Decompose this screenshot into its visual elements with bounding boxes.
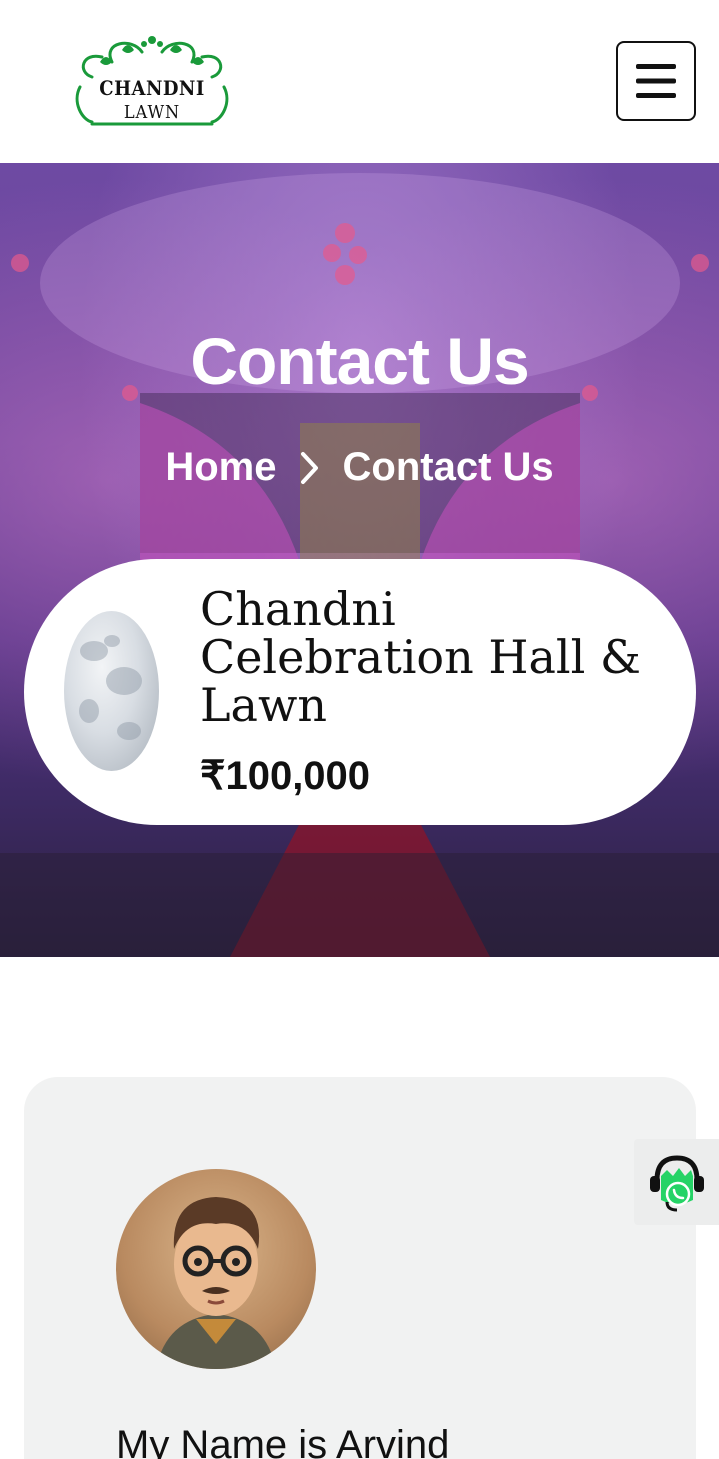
venue-card[interactable]: Chandni Celebration Hall & Lawn ₹100,000	[24, 559, 696, 825]
whatsapp-support-button[interactable]	[634, 1139, 719, 1225]
chevron-right-icon	[299, 450, 321, 486]
whatsapp-support-icon	[649, 1155, 704, 1212]
venue-price: ₹100,000	[200, 754, 371, 798]
hamburger-icon	[636, 64, 676, 98]
logo-text-chandni: CHANDNI	[99, 76, 205, 100]
venue-name: Chandni Celebration Hall & Lawn	[200, 582, 641, 732]
profile-name: My Name is Arvind	[116, 1423, 450, 1459]
avatar	[116, 1169, 316, 1369]
avatar-illustration-icon	[156, 1197, 276, 1369]
breadcrumb-current: Contact Us	[342, 445, 554, 489]
menu-toggle-button[interactable]	[616, 41, 696, 121]
logo-text-lawn: LAWN	[123, 102, 181, 123]
moon-icon	[64, 611, 159, 771]
page-title: Contact Us	[190, 324, 529, 398]
profile-card: My Name is Arvind	[24, 1077, 696, 1459]
site-header: CHANDNI LAWN	[0, 0, 719, 163]
breadcrumb-home-link[interactable]: Home	[165, 445, 276, 490]
chandni-lawn-logo[interactable]: CHANDNI LAWN	[72, 32, 232, 128]
hero-banner: Contact Us Home Contact Us Chandni Celeb…	[0, 163, 719, 957]
breadcrumb: Home Contact Us	[0, 445, 719, 490]
